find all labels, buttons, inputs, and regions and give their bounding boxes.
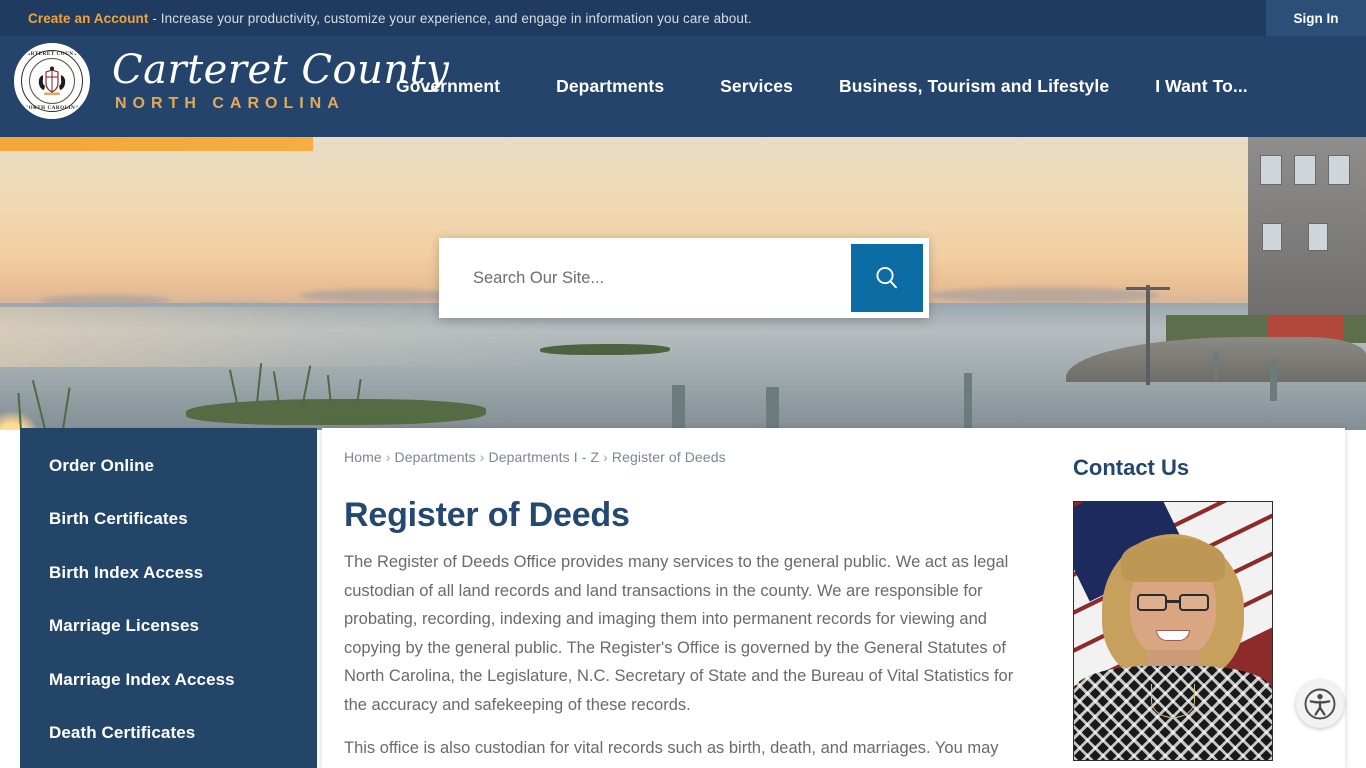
breadcrumb-item-home[interactable]: Home: [344, 449, 382, 465]
breadcrumb-item-departments[interactable]: Departments: [395, 449, 476, 465]
breadcrumb: Home › Departments › Departments I - Z › Regis…: [344, 449, 726, 465]
seal-bottom-text: NORTH CAROLINA: [24, 106, 80, 111]
piling: [766, 387, 779, 430]
cloud: [300, 289, 460, 302]
sidebar-item-marriage-index-access[interactable]: Marriage Index Access: [20, 653, 317, 707]
necklace: [1151, 684, 1195, 718]
contact-us-title: Contact Us: [1073, 455, 1190, 480]
breadcrumb-separator: ›: [479, 449, 485, 465]
hair-front: [1121, 538, 1225, 582]
glasses-icon: [1137, 594, 1209, 611]
county-seal-icon: CARTERET COUNTY NORTH CAROLINA: [14, 43, 90, 119]
window: [1328, 155, 1350, 185]
contact-us-panel: Contact Us: [1073, 455, 1303, 761]
pole-crossbar: [1126, 287, 1170, 290]
search-submit-button[interactable]: [851, 244, 923, 312]
breadcrumb-separator: ›: [385, 449, 391, 465]
marsh-island: [186, 399, 486, 425]
sidebar-item-marriage-licenses[interactable]: Marriage Licenses: [20, 600, 317, 654]
search-icon: [876, 266, 897, 289]
create-account-link[interactable]: Create an Account: [28, 11, 148, 26]
sidebar-item-birth-index-access[interactable]: Birth Index Access: [20, 546, 317, 600]
main-navigation: Government Departments Services Business…: [396, 36, 1248, 137]
site-logo[interactable]: CARTERET COUNTY NORTH CAROLINA Carteret …: [14, 43, 449, 119]
sidebar-item-order-online[interactable]: Order Online: [20, 439, 317, 493]
nav-item-departments[interactable]: Departments: [556, 76, 664, 97]
page-title: Register of Deeds: [344, 496, 630, 534]
window: [1260, 155, 1282, 185]
glasses-lens-right: [1179, 594, 1209, 611]
utility-pole: [1146, 285, 1150, 385]
orange-accent-bar: [0, 137, 313, 151]
site-search-box: [439, 238, 929, 318]
glasses-lens-left: [1137, 594, 1167, 611]
window: [1262, 223, 1282, 251]
top-utility-bar: Create an Account - Increase your produc…: [0, 0, 1366, 36]
sidebar-item-death-certificates[interactable]: Death Certificates: [20, 707, 317, 761]
coat-of-arms-icon: [38, 66, 66, 96]
body-paragraph-2: This office is also custodian for vital …: [344, 739, 1008, 768]
account-promo-text: Create an Account - Increase your produc…: [28, 11, 752, 26]
sidebar-item-death-index-access[interactable]: Death Index Access: [20, 760, 317, 768]
nav-item-business-tourism-lifestyle[interactable]: Business, Tourism and Lifestyle: [839, 76, 1109, 97]
piling: [1214, 351, 1218, 381]
nav-item-i-want-to[interactable]: I Want To...: [1155, 76, 1248, 97]
accessibility-widget-button[interactable]: [1296, 680, 1344, 728]
marsh-island: [540, 344, 670, 355]
seal-top-text: CARTERET COUNTY: [22, 52, 82, 57]
window: [1294, 155, 1316, 185]
glasses-bridge: [1167, 600, 1179, 603]
piling: [672, 385, 685, 430]
piling: [1270, 359, 1277, 401]
breadcrumb-separator: ›: [603, 449, 608, 465]
accessibility-icon: [1304, 688, 1336, 720]
stilt-house: [1248, 137, 1366, 327]
breadcrumb-item-departments-i-z[interactable]: Departments I - Z: [489, 449, 600, 465]
contact-portrait-photo: [1073, 501, 1273, 761]
nav-item-services[interactable]: Services: [720, 76, 793, 97]
section-sidebar-nav: Order Online Birth Certificates Birth In…: [20, 428, 317, 768]
site-header: CARTERET COUNTY NORTH CAROLINA Carteret …: [0, 36, 1366, 137]
window: [1308, 223, 1328, 251]
sidebar-item-birth-certificates[interactable]: Birth Certificates: [20, 493, 317, 547]
sign-in-button[interactable]: Sign In: [1266, 0, 1366, 36]
body-paragraph-1: The Register of Deeds Office provides ma…: [344, 553, 1014, 714]
page-body-copy: The Register of Deeds Office provides ma…: [344, 548, 1024, 768]
breadcrumb-item-current: Register of Deeds: [611, 449, 726, 465]
search-input[interactable]: [445, 244, 851, 312]
piling: [964, 373, 972, 430]
nav-item-government[interactable]: Government: [396, 76, 500, 97]
promo-message: - Increase your productivity, customize …: [148, 10, 752, 26]
